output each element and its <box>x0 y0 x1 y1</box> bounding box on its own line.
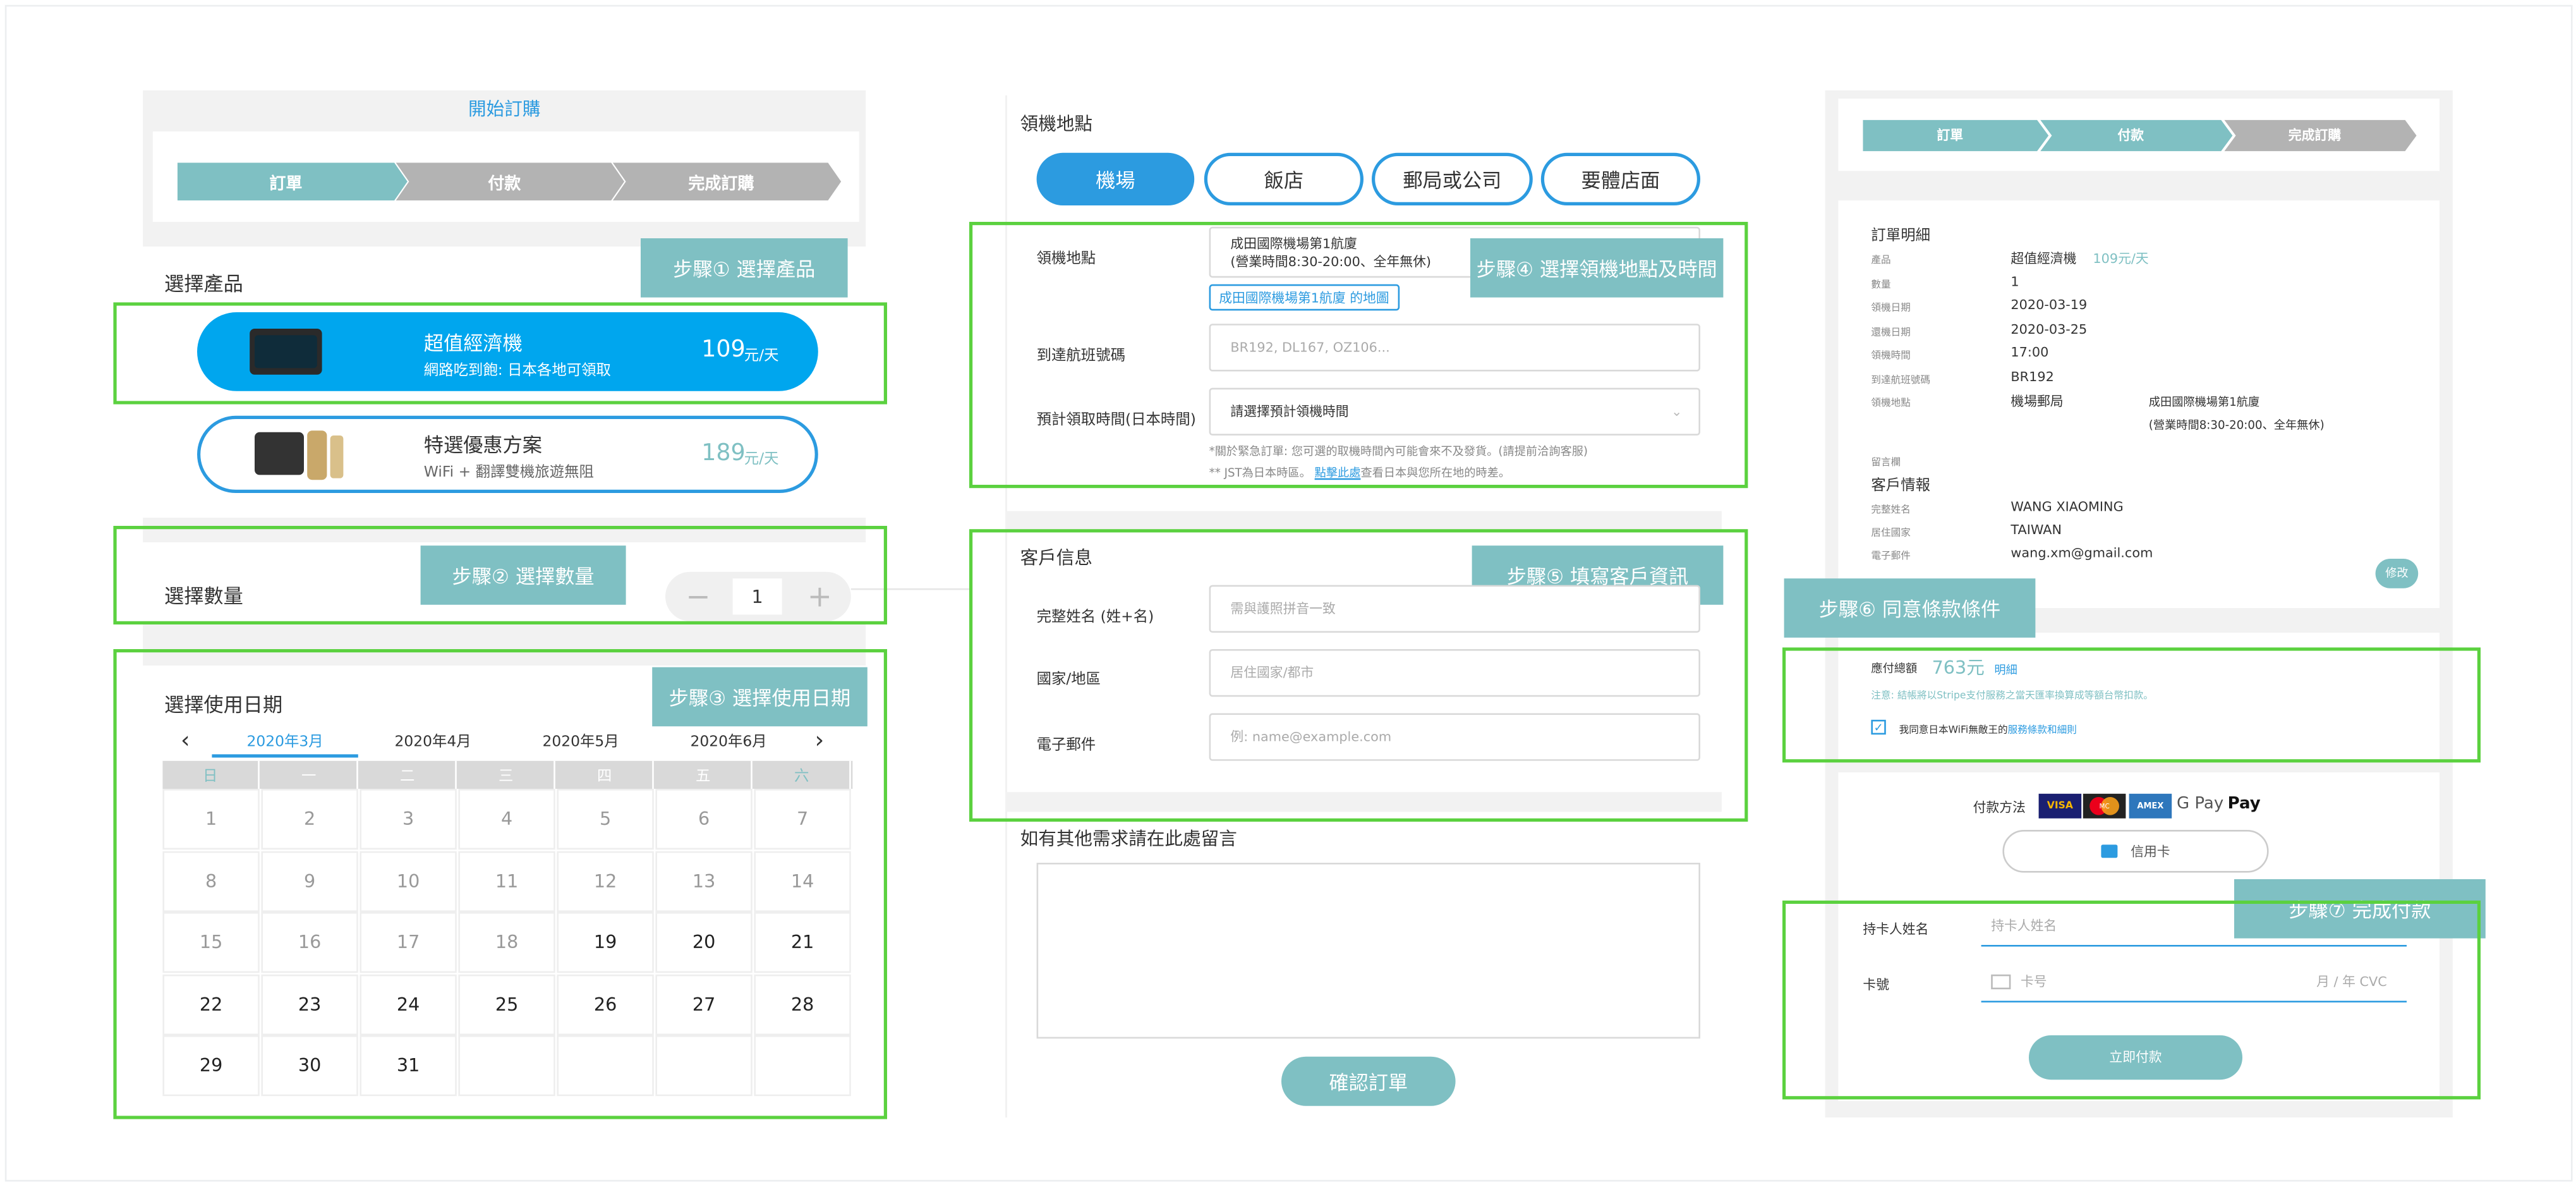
detail-place-extra1: 成田國際機場第1航廈 <box>2148 396 2260 410</box>
detail-key: 領機地點 <box>1871 398 1911 410</box>
customer-key: 電子郵件 <box>1871 550 1911 563</box>
start-order-title: 開始訂購 <box>468 99 541 120</box>
customer-value: WANG XIAOMING <box>2011 499 2124 514</box>
customer-key: 居住國家 <box>1871 527 1911 539</box>
visa-icon: VISA <box>2038 793 2082 819</box>
customer-key: 完整姓名 <box>1871 504 1911 516</box>
detail-value: BR192 <box>2011 368 2054 384</box>
right-progress-label-payment: 付款 <box>2117 128 2144 143</box>
applepay-icon: Pay <box>2227 795 2261 813</box>
credit-card-button[interactable]: 信用卡 <box>2002 830 2269 873</box>
select-product-label: 選擇產品 <box>164 272 243 296</box>
pickup-title: 領機地點 <box>1020 113 1092 135</box>
detail-key: 還機日期 <box>1871 326 1911 338</box>
pay-method-label: 付款方法 <box>1973 800 2026 815</box>
detail-key: 到達航班號碼 <box>1871 374 1931 386</box>
tab-post-office[interactable]: 郵局或公司 <box>1372 152 1533 205</box>
mastercard-icon: MC <box>2083 793 2126 819</box>
translator-device-icon <box>307 430 327 480</box>
product2-price: 189 <box>701 440 746 467</box>
step4-highlight <box>969 222 1748 489</box>
detail-key: 產品 <box>1871 255 1891 267</box>
detail-value: 1 <box>2011 273 2019 289</box>
credit-card-label: 信用卡 <box>2131 844 2170 859</box>
comment-label: 如有其他需求請在此處留言 <box>1020 828 1237 850</box>
tab-store[interactable]: 要體店面 <box>1540 152 1700 205</box>
customer-info-title: 客戶情報 <box>1871 478 1931 495</box>
progress-label-order: 訂單 <box>269 176 303 194</box>
progress-label-payment: 付款 <box>488 176 521 194</box>
detail-value: 2020-03-25 <box>2011 321 2088 336</box>
amex-icon: AMEX <box>2129 793 2172 819</box>
step6-callout: 步驟⑥ 同意條款條件 <box>1784 578 2036 638</box>
detail-value: 超值經濟機 <box>2011 251 2077 267</box>
detail-value: 17:00 <box>2011 345 2049 360</box>
right-progress-label-order: 訂單 <box>1937 128 1963 143</box>
product2-sub: WiFi + 翻譯雙機旅遊無阻 <box>423 465 594 482</box>
step6-highlight <box>1782 647 2481 763</box>
detail-key: 領機時間 <box>1871 350 1911 362</box>
detail-key: 領機日期 <box>1871 302 1911 314</box>
product2-unit: 元/天 <box>744 452 779 468</box>
step7-highlight <box>1782 900 2481 1100</box>
customer-value: wang.xm@gmail.com <box>2011 545 2153 561</box>
wifi-device-icon-2 <box>255 432 304 475</box>
tab-hotel[interactable]: 飯店 <box>1204 152 1364 205</box>
detail-value: 機場郵局 <box>2011 394 2064 410</box>
section-divider <box>1005 511 1722 531</box>
detail-title: 訂單明細 <box>1871 228 1931 245</box>
gpay-icon: G Pay <box>2176 795 2224 813</box>
edit-button[interactable]: 修改 <box>2375 558 2419 588</box>
credit-card-icon <box>2101 844 2118 858</box>
comment-textarea[interactable] <box>1036 863 1700 1039</box>
detail-value: 2020-03-19 <box>2011 297 2088 312</box>
mastercard-label: MC <box>2099 801 2110 810</box>
step2-highlight <box>113 526 887 624</box>
detail-place-extra2: (營業時間8:30-20:00、全年無休) <box>2148 419 2325 432</box>
tab-airport[interactable]: 機場 <box>1036 152 1195 205</box>
detail-key: 數量 <box>1871 278 1891 290</box>
progress-label-complete: 完成訂購 <box>688 176 754 194</box>
step1-callout: 步驟① 選擇產品 <box>640 238 848 298</box>
phone-icon <box>330 435 344 478</box>
message-label: 留言欄 <box>1871 456 1901 468</box>
detail-value-price: 109元/天 <box>2093 251 2149 267</box>
customer-value: TAIWAN <box>2011 522 2062 538</box>
right-progress-label-complete: 完成訂購 <box>2288 128 2341 143</box>
confirm-order-button[interactable]: 確認訂單 <box>1281 1056 1456 1106</box>
step1-highlight <box>113 302 887 405</box>
step5-highlight <box>969 529 1748 822</box>
step3-highlight <box>113 649 887 1119</box>
product2-name: 特選優惠方案 <box>423 434 543 457</box>
